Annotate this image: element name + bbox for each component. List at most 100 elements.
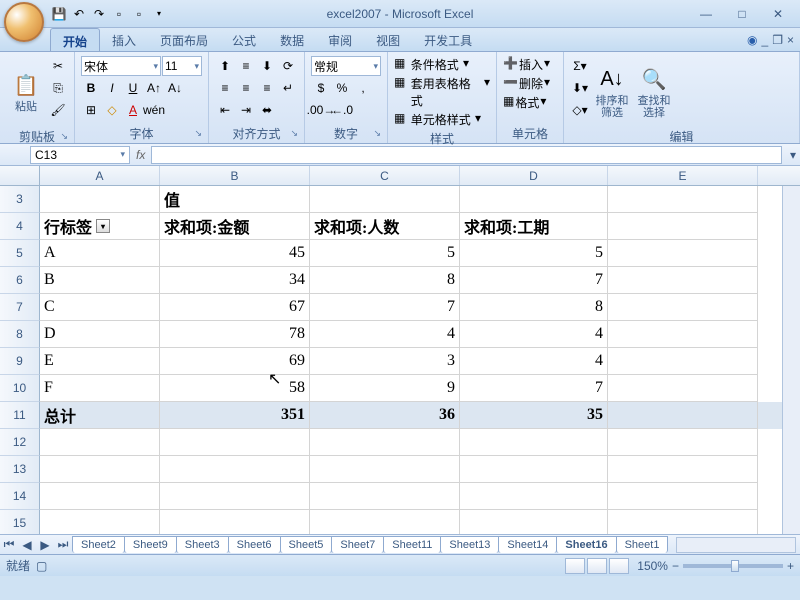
sheet-nav-last-icon[interactable]: ⏭: [54, 536, 72, 554]
cell[interactable]: [460, 483, 608, 510]
minimize-button[interactable]: —: [692, 5, 720, 23]
maximize-button[interactable]: □: [728, 5, 756, 23]
cell[interactable]: 求和项:人数: [310, 213, 460, 240]
tab-formulas[interactable]: 公式: [220, 28, 268, 51]
cell[interactable]: [608, 321, 758, 348]
name-box[interactable]: C13▾: [30, 146, 130, 164]
sheet-tab[interactable]: Sheet5: [280, 536, 333, 553]
number-dialog-icon[interactable]: ↘: [373, 128, 381, 139]
paste-button[interactable]: 📋粘贴: [6, 56, 46, 126]
tab-page-layout[interactable]: 页面布局: [148, 28, 220, 51]
cell[interactable]: 35: [460, 402, 608, 429]
cell[interactable]: D: [40, 321, 160, 348]
cell[interactable]: 36: [310, 402, 460, 429]
cell[interactable]: 5: [460, 240, 608, 267]
font-dialog-icon[interactable]: ↘: [194, 128, 202, 139]
increase-indent-icon[interactable]: ⇥: [236, 100, 256, 120]
align-right-icon[interactable]: ≡: [257, 78, 277, 98]
cell[interactable]: 34: [160, 267, 310, 294]
tab-data[interactable]: 数据: [268, 28, 316, 51]
mdi-restore-icon[interactable]: ❐: [772, 33, 783, 47]
cell[interactable]: [160, 456, 310, 483]
cell[interactable]: C: [40, 294, 160, 321]
cell[interactable]: 58: [160, 375, 310, 402]
align-middle-icon[interactable]: ≡: [236, 56, 256, 76]
font-name-combo[interactable]: 宋体▾: [81, 56, 161, 76]
format-cells-button[interactable]: ▦格式▾: [503, 94, 546, 111]
cell[interactable]: [40, 456, 160, 483]
qat-custom-1[interactable]: ▫: [110, 5, 128, 23]
cell[interactable]: E: [40, 348, 160, 375]
cell[interactable]: A: [40, 240, 160, 267]
format-painter-icon[interactable]: 🖌: [48, 100, 68, 120]
cell[interactable]: [160, 429, 310, 456]
col-header-C[interactable]: C: [310, 166, 460, 185]
format-as-table-button[interactable]: ▦ 套用表格格式 ▾: [394, 75, 490, 109]
cell[interactable]: 78: [160, 321, 310, 348]
pivot-filter-icon[interactable]: ▾: [96, 219, 110, 233]
cell[interactable]: [608, 429, 758, 456]
row-header[interactable]: 13: [0, 456, 40, 483]
page-break-view-icon[interactable]: [609, 558, 629, 574]
cell[interactable]: [160, 483, 310, 510]
qat-more-icon[interactable]: ▾: [150, 5, 168, 23]
sheet-nav-first-icon[interactable]: ⏮: [0, 536, 18, 554]
decrease-decimal-icon[interactable]: ←.0: [332, 100, 352, 120]
normal-view-icon[interactable]: [565, 558, 585, 574]
clipboard-dialog-icon[interactable]: ↘: [60, 131, 68, 142]
cell[interactable]: 7: [460, 267, 608, 294]
row-header[interactable]: 3: [0, 186, 40, 213]
cell[interactable]: [460, 510, 608, 534]
redo-icon[interactable]: ↷: [90, 5, 108, 23]
number-format-combo[interactable]: 常规▾: [311, 56, 381, 76]
clear-icon[interactable]: ◇▾: [570, 100, 590, 120]
page-layout-view-icon[interactable]: [587, 558, 607, 574]
sheet-tab[interactable]: Sheet1: [616, 536, 669, 553]
sheet-tab[interactable]: Sheet6: [228, 536, 281, 553]
fill-icon[interactable]: ⬇▾: [570, 78, 590, 98]
cell[interactable]: [608, 186, 758, 213]
sheet-tab[interactable]: Sheet9: [124, 536, 177, 553]
grow-font-icon[interactable]: A↑: [144, 78, 164, 98]
close-button[interactable]: ✕: [764, 5, 792, 23]
select-all-button[interactable]: [0, 166, 40, 185]
zoom-level[interactable]: 150%: [637, 559, 668, 573]
cell[interactable]: [608, 294, 758, 321]
cell[interactable]: [310, 456, 460, 483]
cell[interactable]: 4: [310, 321, 460, 348]
cell[interactable]: [310, 429, 460, 456]
cell[interactable]: 8: [310, 267, 460, 294]
cell[interactable]: [310, 186, 460, 213]
cell[interactable]: [460, 186, 608, 213]
cell[interactable]: 3: [310, 348, 460, 375]
cell[interactable]: 351: [160, 402, 310, 429]
sheet-nav-next-icon[interactable]: ▶: [36, 536, 54, 554]
tab-insert[interactable]: 插入: [100, 28, 148, 51]
cell[interactable]: [608, 456, 758, 483]
col-header-E[interactable]: E: [608, 166, 758, 185]
align-dialog-icon[interactable]: ↘: [290, 128, 298, 139]
horizontal-scrollbar[interactable]: [676, 537, 796, 553]
conditional-format-button[interactable]: ▦ 条件格式 ▾: [394, 56, 469, 73]
cell[interactable]: 45: [160, 240, 310, 267]
cell[interactable]: 69: [160, 348, 310, 375]
tab-developer[interactable]: 开发工具: [412, 28, 484, 51]
tab-review[interactable]: 审阅: [316, 28, 364, 51]
border-icon[interactable]: ⊞: [81, 100, 101, 120]
sheet-tab[interactable]: Sheet16: [556, 536, 616, 553]
row-header[interactable]: 6: [0, 267, 40, 294]
sheet-tab[interactable]: Sheet11: [383, 536, 441, 553]
cell[interactable]: 5: [310, 240, 460, 267]
cell[interactable]: 9: [310, 375, 460, 402]
cell[interactable]: 7: [460, 375, 608, 402]
cell[interactable]: 值: [160, 186, 310, 213]
cell[interactable]: [608, 510, 758, 534]
increase-decimal-icon[interactable]: .00→: [311, 100, 331, 120]
cell[interactable]: B: [40, 267, 160, 294]
font-color-icon[interactable]: A: [123, 100, 143, 120]
row-header[interactable]: 12: [0, 429, 40, 456]
cell[interactable]: [310, 483, 460, 510]
zoom-out-icon[interactable]: −: [672, 559, 679, 573]
cell[interactable]: 4: [460, 348, 608, 375]
mdi-close-icon[interactable]: ×: [787, 33, 794, 47]
